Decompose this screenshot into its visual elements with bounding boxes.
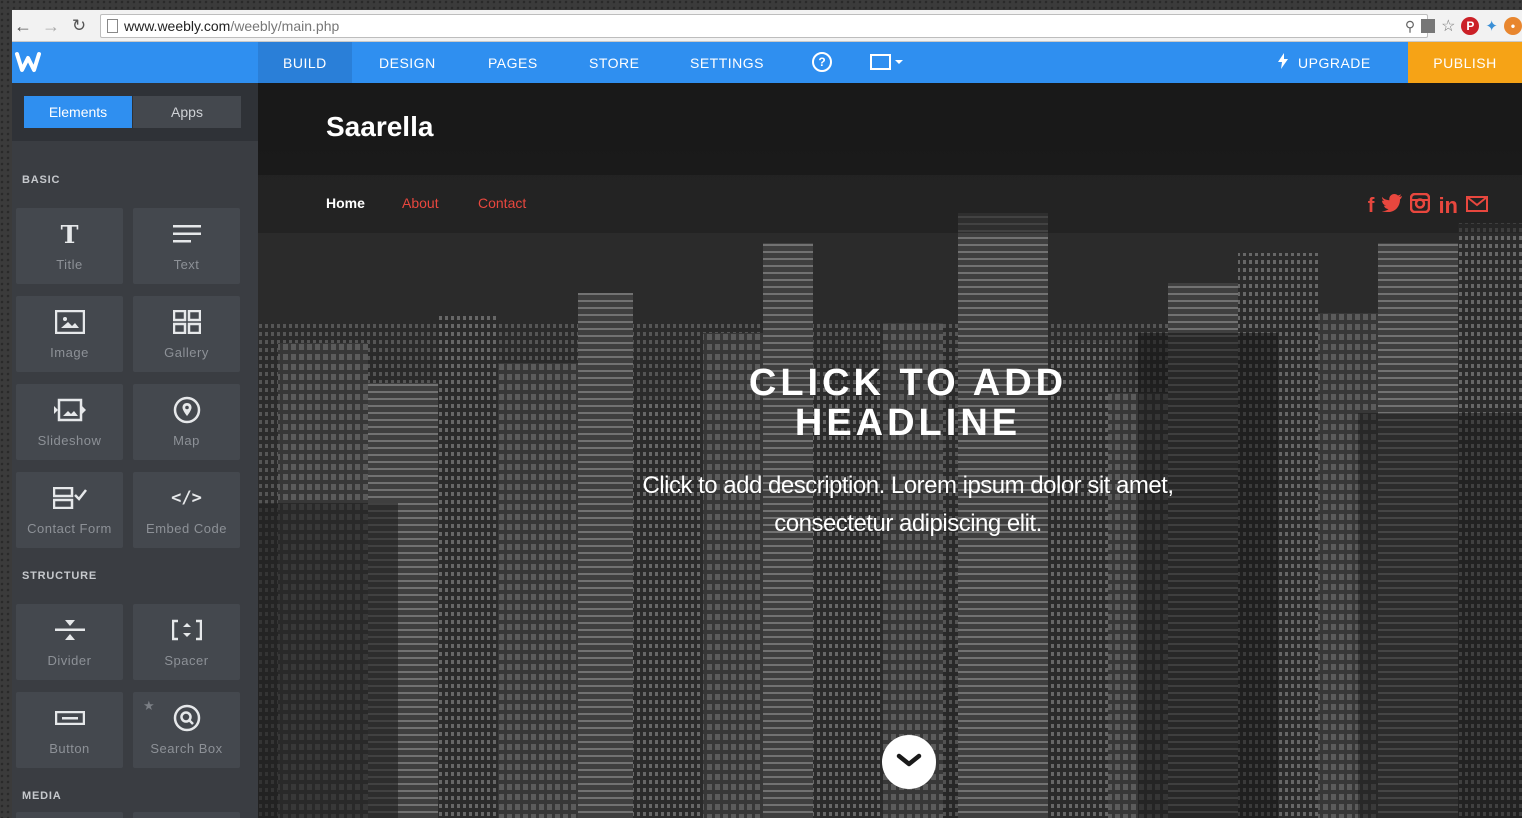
element-slideshow[interactable]: Slideshow bbox=[16, 384, 123, 460]
map-pin-icon bbox=[133, 396, 240, 424]
twitter-icon[interactable] bbox=[1381, 194, 1403, 218]
scroll-down-button[interactable] bbox=[882, 735, 936, 789]
element-embed-code[interactable]: </> Embed Code bbox=[133, 472, 240, 548]
elements-sidebar: Elements Apps BASIC T Title Text Image G… bbox=[12, 83, 258, 818]
image-icon bbox=[16, 308, 123, 336]
element-contact-form[interactable]: Contact Form bbox=[16, 472, 123, 548]
element-media-partial[interactable] bbox=[16, 812, 123, 818]
tile-label: Gallery bbox=[164, 345, 209, 360]
publish-button[interactable]: PUBLISH bbox=[1408, 42, 1522, 83]
button-icon bbox=[16, 704, 123, 732]
social-icons: f in bbox=[1368, 192, 1488, 219]
address-bar[interactable]: www.weebly.com/weebly/main.php bbox=[100, 14, 1428, 38]
tile-label: Contact Form bbox=[27, 521, 112, 536]
element-search-box[interactable]: ★ Search Box bbox=[133, 692, 240, 768]
slideshow-icon bbox=[16, 396, 123, 424]
zoom-icon[interactable]: ⚲ bbox=[1405, 18, 1415, 35]
spacer-icon bbox=[133, 616, 240, 644]
email-icon[interactable] bbox=[1466, 195, 1488, 218]
hero-description-line1: Click to add description. Lorem ipsum do… bbox=[642, 472, 1174, 499]
element-divider[interactable]: Divider bbox=[16, 604, 123, 680]
nav-build[interactable]: BUILD bbox=[258, 42, 352, 83]
star-icon[interactable]: ☆ bbox=[1441, 16, 1455, 36]
tile-label: Search Box bbox=[150, 741, 223, 756]
tab-elements[interactable]: Elements bbox=[24, 96, 132, 128]
tile-label: Spacer bbox=[164, 653, 209, 668]
element-text[interactable]: Text bbox=[133, 208, 240, 284]
section-structure: STRUCTURE bbox=[22, 570, 98, 582]
page-icon bbox=[107, 19, 118, 33]
title-icon: T bbox=[60, 219, 79, 249]
site-canvas: Saarella Home About Contact f in CLICK T… bbox=[258, 83, 1522, 818]
weebly-logo-icon[interactable] bbox=[14, 50, 42, 74]
embed-code-icon: </> bbox=[171, 488, 202, 508]
hero-headline-line1: CLICK TO ADD bbox=[748, 362, 1068, 404]
editor-top-nav: BUILD DESIGN PAGES STORE SETTINGS ? UPGR… bbox=[12, 42, 1522, 83]
tile-label: Text bbox=[173, 257, 200, 272]
hero-headline[interactable]: CLICK TO ADD HEADLINE bbox=[618, 363, 1198, 443]
linkedin-icon[interactable]: in bbox=[1438, 193, 1458, 219]
element-title[interactable]: T Title bbox=[16, 208, 123, 284]
forward-icon[interactable]: → bbox=[40, 15, 62, 37]
element-gallery[interactable]: Gallery bbox=[133, 296, 240, 372]
tile-label: Slideshow bbox=[37, 433, 102, 448]
gallery-icon bbox=[133, 308, 240, 336]
section-media: MEDIA bbox=[22, 790, 62, 802]
tile-label: Image bbox=[50, 345, 89, 360]
nav-pages[interactable]: PAGES bbox=[463, 42, 563, 83]
translate-icon[interactable] bbox=[1421, 19, 1436, 33]
extension-icon[interactable]: ✦ bbox=[1485, 17, 1498, 35]
hero-description[interactable]: Click to add description. Lorem ipsum do… bbox=[608, 467, 1208, 543]
contact-form-icon bbox=[16, 484, 123, 512]
tile-label: Button bbox=[49, 741, 90, 756]
section-basic: BASIC bbox=[22, 174, 61, 186]
site-nav-home[interactable]: Home bbox=[326, 195, 365, 211]
site-nav-about[interactable]: About bbox=[402, 195, 439, 211]
hero-headline-line2: HEADLINE bbox=[794, 402, 1022, 444]
url-path: /weebly/main.php bbox=[230, 18, 340, 34]
tile-label: Map bbox=[173, 433, 200, 448]
tile-label: Embed Code bbox=[146, 521, 227, 536]
nav-store[interactable]: STORE bbox=[564, 42, 664, 83]
nav-design[interactable]: DESIGN bbox=[354, 42, 461, 83]
upgrade-button[interactable]: UPGRADE bbox=[1278, 42, 1371, 83]
help-icon[interactable]: ? bbox=[812, 52, 832, 72]
lightning-icon bbox=[1278, 53, 1288, 72]
url-host: www.weebly.com bbox=[124, 18, 231, 34]
nav-settings[interactable]: SETTINGS bbox=[665, 42, 789, 83]
extension-icons: ⚲ ☆ P ✦ • bbox=[1405, 16, 1522, 36]
pinterest-icon[interactable]: P bbox=[1461, 17, 1480, 35]
element-image[interactable]: Image bbox=[16, 296, 123, 372]
element-map[interactable]: Map bbox=[133, 384, 240, 460]
instagram-icon[interactable] bbox=[1410, 192, 1431, 219]
site-header: Saarella bbox=[258, 83, 1522, 175]
search-box-icon bbox=[133, 704, 240, 732]
tile-label: Divider bbox=[47, 653, 92, 668]
tab-apps[interactable]: Apps bbox=[133, 96, 241, 128]
device-preview-icon[interactable] bbox=[870, 54, 903, 70]
site-nav-contact[interactable]: Contact bbox=[478, 195, 526, 211]
extension-orange-icon[interactable]: • bbox=[1504, 17, 1522, 35]
browser-toolbar: ← → ↻ www.weebly.com/weebly/main.php ⚲ ☆… bbox=[12, 10, 1522, 42]
chevron-down-icon bbox=[896, 753, 922, 772]
hero-description-line2: consectetur adipiscing elit. bbox=[774, 510, 1042, 537]
text-icon bbox=[133, 220, 240, 248]
reload-icon[interactable]: ↻ bbox=[68, 15, 90, 37]
element-media-partial[interactable] bbox=[133, 812, 240, 818]
divider-icon bbox=[16, 616, 123, 644]
tile-label: Title bbox=[56, 257, 83, 272]
upgrade-label: UPGRADE bbox=[1298, 54, 1371, 71]
element-button[interactable]: Button bbox=[16, 692, 123, 768]
facebook-icon[interactable]: f bbox=[1368, 195, 1375, 218]
sidebar-tabs: Elements Apps bbox=[12, 83, 258, 141]
site-title[interactable]: Saarella bbox=[326, 111, 433, 143]
back-icon[interactable]: ← bbox=[12, 15, 34, 37]
site-nav: Home About Contact f in bbox=[258, 175, 1522, 233]
element-spacer[interactable]: Spacer bbox=[133, 604, 240, 680]
browser-window: ← → ↻ www.weebly.com/weebly/main.php ⚲ ☆… bbox=[12, 10, 1522, 818]
